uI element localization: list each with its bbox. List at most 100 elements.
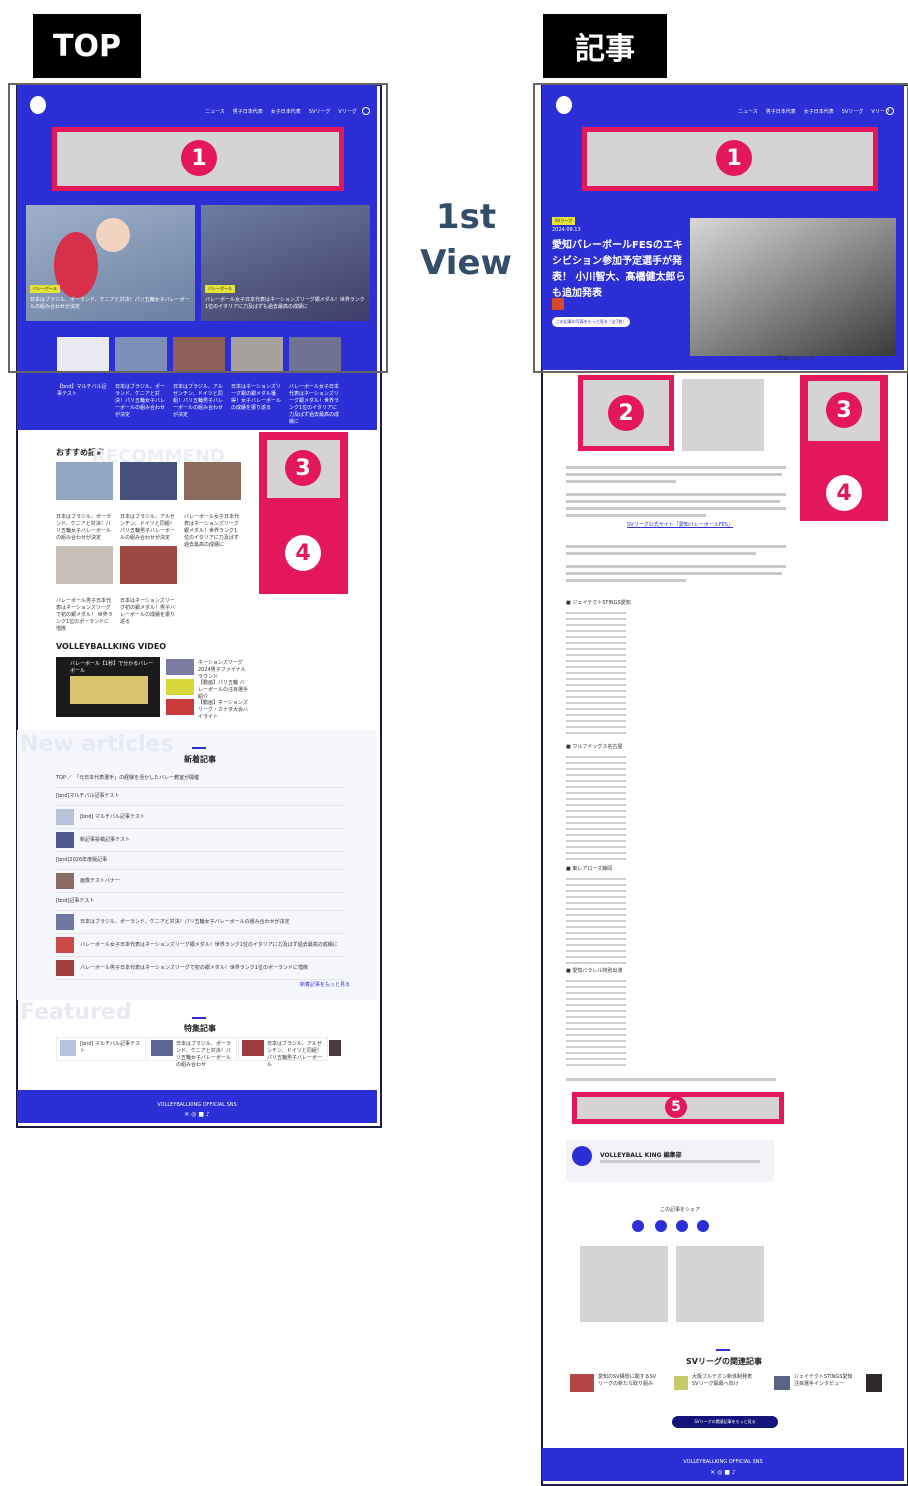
video-side-title[interactable]: 【動画】ネーションズリーグ・カナダ大会ハイライト xyxy=(198,700,248,721)
related-title[interactable]: 愛知のSV構想に関するSVリーグの新たな取り組み xyxy=(598,1374,658,1388)
list-thumb xyxy=(56,873,74,889)
text-line xyxy=(566,565,786,568)
list-item[interactable]: [bnd]2026年度版記事 xyxy=(56,852,344,870)
related-title[interactable]: ジェイテクトSTINGS愛知 注目選手インタビュー xyxy=(794,1374,858,1388)
first-view-outline-top xyxy=(8,83,388,373)
footer-title: VOLLEYBALLKING OFFICIAL SNS xyxy=(157,1102,237,1108)
player-list xyxy=(566,756,626,860)
hatena-share-icon[interactable] xyxy=(697,1220,709,1232)
thumb-title[interactable]: 日本はブラジル、アルゼンチン、ドイツと同組！パリ五輪男子バレーボールの組み合わせ… xyxy=(173,384,225,419)
video-side-title[interactable]: 【動画】パリ五輪 バレーボールの注目選手紹介 xyxy=(198,680,248,701)
article-link[interactable]: SVリーグ公式サイト「愛知バレーボールFES」 xyxy=(620,522,740,529)
recommend-title[interactable]: 日本はブラジル、ポーランド、ケニアと対決！パリ五輪女子バレーボールの組み合わせが… xyxy=(56,514,113,542)
text-line xyxy=(566,572,782,575)
related-thumb[interactable] xyxy=(570,1374,594,1392)
badge-3: 3 xyxy=(826,392,862,428)
recommend-title[interactable]: バレーボール女子日本代表はネーションズリーグ銀メダル！世界ランク1位のイタリアに… xyxy=(184,514,241,549)
recommend-image[interactable] xyxy=(120,462,177,500)
thumb-title[interactable]: 【bnd】マルチバル記事テスト xyxy=(57,384,109,398)
player-list xyxy=(566,980,626,1070)
recommend-title[interactable]: バレーボール男子日本代表はネーションズリーグで初の銀メダル！ 世界ランク1位のポ… xyxy=(56,598,113,633)
text-line xyxy=(566,507,786,510)
recommend-image[interactable] xyxy=(56,462,113,500)
player-list xyxy=(566,878,626,964)
thumb-title[interactable]: 日本はブラジル、ポーランド、ケニアと対決！パリ五輪女子バレーボールの組み合わせが… xyxy=(115,384,167,419)
ad-rectangle xyxy=(676,1246,764,1322)
text-line xyxy=(566,480,676,483)
list-heading: ■ 東レアローズ静岡 xyxy=(566,866,613,872)
list-thumb xyxy=(56,832,74,848)
list-heading: ■ ジェイテクトSTINGS愛知 xyxy=(566,600,631,606)
share-heading: この記事をシェア xyxy=(659,1207,700,1213)
list-item[interactable]: 日本はブラジル、ポーランド、ケニアと対決！パリ五輪女子バレーボールの組み合わせが… xyxy=(56,911,344,934)
badge-3: 3 xyxy=(285,450,321,486)
list-thumb xyxy=(56,937,74,953)
video-heading: VOLLEYBALLKING VIDEO xyxy=(56,642,167,651)
text-line xyxy=(600,1160,760,1163)
text-line xyxy=(566,500,780,503)
related-thumb[interactable] xyxy=(866,1374,882,1392)
section-accent xyxy=(192,747,206,749)
list-heading: ■ ウルフドッグス名古屋 xyxy=(566,744,623,750)
list-item[interactable]: バレーボール男子日本代表はネーションズリーグで初の銀メダル！世界ランク1位のポー… xyxy=(56,957,344,980)
featured-thumb xyxy=(242,1040,264,1056)
badge-2: 2 xyxy=(608,395,644,431)
related-thumb[interactable] xyxy=(774,1376,790,1390)
player-list xyxy=(566,612,626,738)
video-side-thumb[interactable] xyxy=(166,699,194,715)
video-side-title[interactable]: ネーションズリーグ2024男子ファイナルラウンド xyxy=(198,660,248,681)
related-thumb[interactable] xyxy=(674,1376,688,1390)
list-heading: ■ 愛知パラレル特別出演 xyxy=(566,968,623,974)
line-share-icon[interactable] xyxy=(676,1220,688,1232)
list-item[interactable]: 新記事投稿記事テスト xyxy=(56,829,344,852)
text-line xyxy=(566,514,706,517)
new-article-list: TOP ／ 「元日本代表選手」の経験を活かしたバレー教室が開催 [bnd]マルチ… xyxy=(56,770,344,980)
text-line xyxy=(566,545,786,548)
list-item[interactable]: [bnd]記事テスト xyxy=(56,893,344,911)
related-heading: SVリーグの関連記事 xyxy=(686,1357,762,1366)
video-side-thumb[interactable] xyxy=(166,679,194,695)
social-icons: ✕ ◎ ■ ♪ xyxy=(184,1111,210,1118)
list-item[interactable]: TOP ／ 「元日本代表選手」の経験を活かしたバレー教室が開催 xyxy=(56,770,344,788)
text-line xyxy=(566,552,756,555)
featured-title[interactable]: [bnd] マルチバル記事テスト xyxy=(80,1041,142,1055)
list-item[interactable]: バレーボール女子日本代表はネーションズリーグ銀メダル！世界ランク1位のイタリアに… xyxy=(56,934,344,957)
featured-bg-text: Featured xyxy=(20,1000,132,1025)
list-item[interactable]: [bnd] マルチバル記事テスト xyxy=(56,806,344,829)
recommend-image[interactable] xyxy=(56,546,113,584)
more-articles-link[interactable]: 新着記事をもっと見る xyxy=(300,982,350,989)
recommend-title[interactable]: 日本はブラジル、アルゼンチン、ドイツと同組！パリ五輪男子バレーボールの組み合わせ… xyxy=(120,514,177,542)
section-accent xyxy=(716,1349,730,1351)
video-thumbnail[interactable] xyxy=(70,676,148,704)
text-line xyxy=(566,473,782,476)
recommend-title[interactable]: 日本はネーションズリーグ初の銀メダル！男子バレーボールの成績を振り返る xyxy=(120,598,177,626)
article-body xyxy=(566,466,788,527)
list-thumb xyxy=(56,809,74,825)
badge-5: 5 xyxy=(665,1096,687,1118)
first-view-outline-article xyxy=(533,83,908,373)
thumb-title[interactable]: バレーボール女子日本代表はネーションズリーグ銀メダル！世界ランク1位のイタリアに… xyxy=(289,384,341,426)
featured-title[interactable]: 日本はブラジル、ポーランド、ケニアと対決！パリ五輪女子バレーボールの組み合わせ xyxy=(176,1041,232,1069)
text-line xyxy=(566,493,786,496)
list-item[interactable]: [bnd]マルチバル記事テスト xyxy=(56,788,344,806)
first-view-label: 1st View xyxy=(420,197,512,283)
video-caption: バレーボール【1秒】で分かるバレーボール xyxy=(70,661,154,674)
section-accent xyxy=(192,1017,206,1019)
list-item[interactable]: 画像テストバナー xyxy=(56,870,344,893)
facebook-share-icon[interactable] xyxy=(655,1220,667,1232)
recommend-image[interactable] xyxy=(120,546,177,584)
video-side-thumb[interactable] xyxy=(166,659,194,675)
featured-thumb xyxy=(151,1040,173,1056)
article-top-image xyxy=(682,379,764,451)
recommend-image[interactable] xyxy=(184,462,241,500)
footer-title: VOLLEYBALLKING OFFICIAL SNS xyxy=(683,1459,763,1465)
ad-rectangle xyxy=(580,1246,668,1322)
new-heading: 新着記事 xyxy=(184,755,216,764)
x-share-icon[interactable] xyxy=(632,1220,644,1232)
featured-thumb xyxy=(60,1040,76,1056)
thumb-title[interactable]: 日本はネーションズリーグ銀の銀メダル獲得！女子バレーボールの成績を振り返る xyxy=(231,384,283,412)
profile-avatar xyxy=(572,1146,592,1166)
related-more-button[interactable]: SVリーグの関連記事をもっと見る xyxy=(672,1416,778,1428)
featured-title[interactable]: 日本はブラジル、アルゼンチン、ドイツと同組！パリ五輪男子バレーボール xyxy=(267,1041,323,1069)
related-title[interactable]: 大阪ブルテオン新体制発表 SVリーグ開幕へ向け xyxy=(692,1374,754,1388)
